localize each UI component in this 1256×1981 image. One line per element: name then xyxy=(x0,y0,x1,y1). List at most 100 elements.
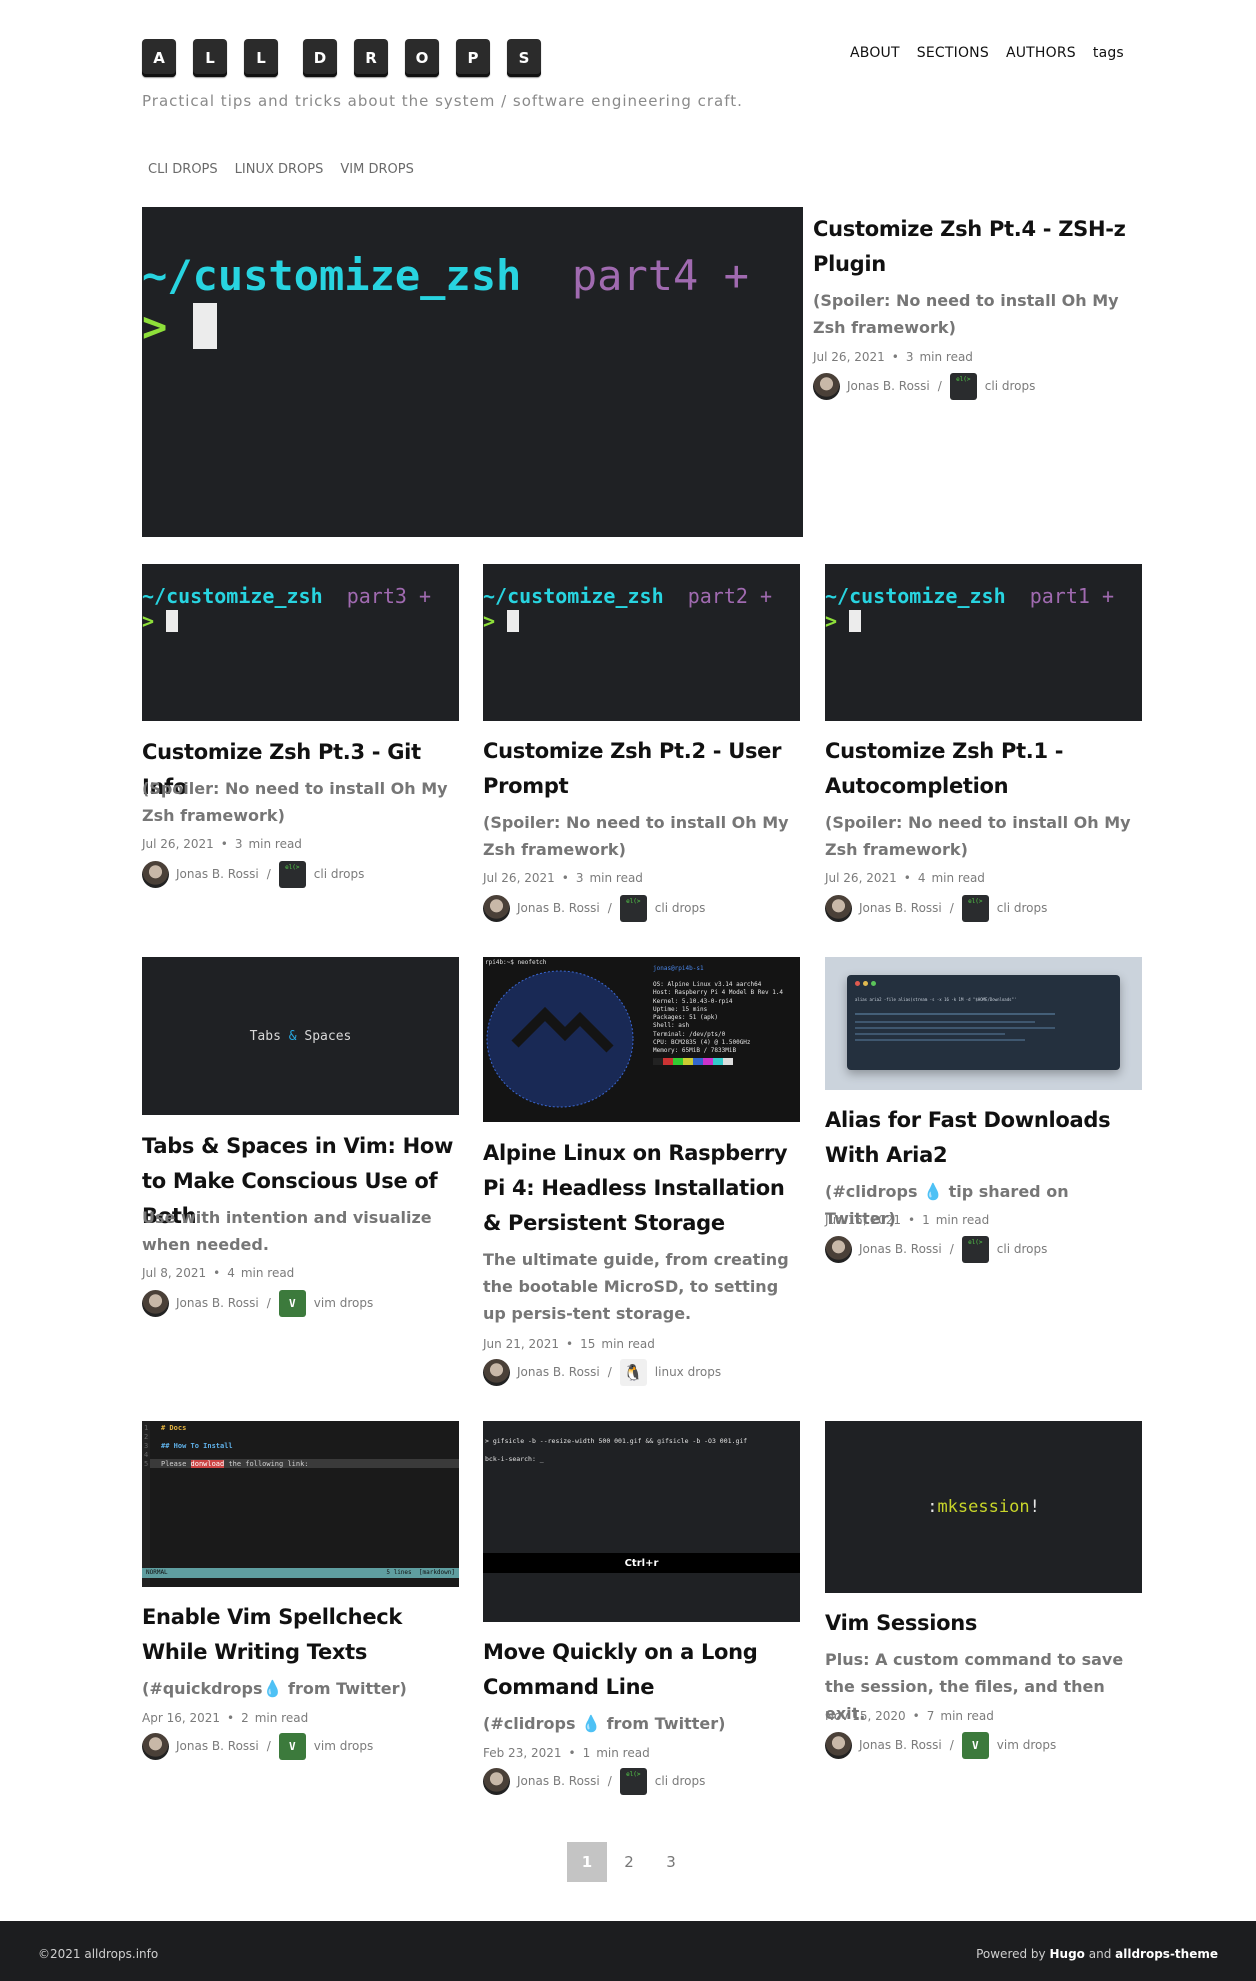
post-title[interactable]: Vim Sessions xyxy=(825,1606,1142,1641)
page-1[interactable]: 1 xyxy=(567,1842,607,1882)
page-3[interactable]: 3 xyxy=(651,1842,691,1882)
post-meta: Jul 26, 2021 • 3 min read xyxy=(483,871,643,885)
post-meta: Jun 21, 2021 • 15 min read xyxy=(483,1337,655,1351)
avatar[interactable] xyxy=(142,1289,169,1317)
terminal-icon: el(> xyxy=(619,894,647,922)
post-meta: Jun 15, 2021 • 1 min read xyxy=(825,1213,990,1227)
terminal-prompt: ~/customize_zsh part4 + xyxy=(142,251,749,300)
post-thumbnail[interactable]: rpi4b:~$ neofetch jonas@rpi4b-s1 OS: Alp… xyxy=(483,957,800,1122)
author-name[interactable]: Jonas B. Rossi xyxy=(859,901,942,915)
avatar[interactable] xyxy=(825,1235,852,1263)
post-byline: Jonas B. Rossi / Vvim drops xyxy=(825,1731,1056,1759)
featured-post-meta: Jul 26, 2021 • 3 min read xyxy=(813,350,973,364)
alias-line: alias aria2 -file alias(stream -s -x 16 … xyxy=(855,997,1017,1002)
post-subtitle: (Spoiler: No need to install Oh My Zsh f… xyxy=(825,813,1131,859)
avatar[interactable] xyxy=(483,1358,510,1386)
subnav-cli-drops[interactable]: CLI DROPS xyxy=(148,162,218,177)
section-link[interactable]: cli drops xyxy=(997,1242,1048,1256)
avatar[interactable] xyxy=(142,1732,169,1760)
avatar[interactable] xyxy=(825,1731,852,1759)
post-subtitle: The ultimate guide, from creating the bo… xyxy=(483,1250,789,1323)
post-subtitle: (Spoiler: No need to install Oh My Zsh f… xyxy=(483,813,789,859)
post-title[interactable]: Alias for Fast Downloads With Aria2 xyxy=(825,1103,1142,1173)
site-footer: ©2021 alldrops.info Powered by Hugo and … xyxy=(0,1921,1256,1981)
post-title[interactable]: Alpine Linux on Raspberry Pi 4: Headless… xyxy=(483,1136,808,1241)
color-palette xyxy=(653,1058,733,1065)
post-thumbnail[interactable]: ~/customize_zsh part3 + > xyxy=(142,564,459,721)
terminal-prompt: ~/customize_zsh part3 + xyxy=(142,584,432,608)
featured-post-subtitle: (Spoiler: No need to install Oh My Zsh f… xyxy=(813,291,1119,337)
nav-authors[interactable]: AUTHORS xyxy=(1006,45,1076,61)
author-name[interactable]: Jonas B. Rossi xyxy=(517,1774,600,1788)
post-title[interactable]: Customize Zsh Pt.1 - Autocompletion xyxy=(825,734,1142,804)
section-link[interactable]: cli drops xyxy=(314,867,365,881)
droplet-icon: 💧 xyxy=(923,1182,943,1201)
post-byline: Jonas B. Rossi / el(> cli drops xyxy=(142,860,364,888)
post-thumbnail[interactable]: alias aria2 -file alias(stream -s -x 16 … xyxy=(825,957,1142,1090)
avatar[interactable] xyxy=(825,894,852,922)
post-byline: Jonas B. Rossi / 🐧 linux drops xyxy=(483,1358,721,1386)
neofetch-host: jonas@rpi4b-s1 xyxy=(653,965,704,972)
site-logo[interactable]: A L L D R O P S xyxy=(142,39,558,77)
section-link[interactable]: cli drops xyxy=(655,1774,706,1788)
post-thumbnail[interactable]: :mksession! xyxy=(825,1421,1142,1593)
subnav-vim-drops[interactable]: VIM DROPS xyxy=(340,162,413,177)
vim-icon: V xyxy=(278,1732,306,1760)
vim-icon: V xyxy=(961,1731,989,1759)
main-nav: ABOUT SECTIONS AUTHORS tags xyxy=(850,45,1141,61)
terminal-command: rpi4b:~$ neofetch xyxy=(485,959,547,966)
section-nav: CLI DROPS LINUX DROPS VIM DROPS xyxy=(148,162,431,177)
post-subtitle: (#clidrops 💧 from Twitter) xyxy=(483,1714,726,1733)
author-name[interactable]: Jonas B. Rossi xyxy=(176,1739,259,1753)
post-title[interactable]: Enable Vim Spellcheck While Writing Text… xyxy=(142,1600,459,1670)
post-title[interactable]: Customize Zsh Pt.2 - User Prompt xyxy=(483,734,800,804)
section-link[interactable]: vim drops xyxy=(314,1296,373,1310)
avatar[interactable] xyxy=(813,372,840,400)
section-link[interactable]: vim drops xyxy=(314,1739,373,1753)
vim-icon: V xyxy=(278,1289,306,1317)
terminal-input: > xyxy=(142,609,179,633)
terminal-prompt: ~/customize_zsh part1 + xyxy=(825,584,1115,608)
post-byline: Jonas B. Rossi / el(> cli drops xyxy=(483,1767,705,1795)
avatar[interactable] xyxy=(483,1767,510,1795)
nav-tags[interactable]: tags xyxy=(1093,45,1124,61)
neofetch-info: OS: Alpine Linux v3.14 aarch64 Host: Rasp… xyxy=(653,981,784,1055)
page-2[interactable]: 2 xyxy=(609,1842,649,1882)
post-thumbnail[interactable]: 1 2 3 4 5 # Docs ## How To Install Pleas… xyxy=(142,1421,459,1587)
featured-post-title[interactable]: Customize Zsh Pt.4 - ZSH-z Plugin xyxy=(813,212,1143,282)
section-link[interactable]: cli drops xyxy=(655,901,706,915)
avatar[interactable] xyxy=(142,860,169,888)
window-controls xyxy=(855,981,876,986)
vim-heading-2: ## How To Install xyxy=(161,1442,233,1450)
logo-key: D xyxy=(303,39,337,77)
post-thumbnail[interactable]: ~/customize_zsh part1 + > xyxy=(825,564,1142,721)
hugo-link[interactable]: Hugo xyxy=(1049,1947,1084,1961)
line-numbers: 1 2 3 4 5 xyxy=(144,1424,149,1468)
author-name[interactable]: Jonas B. Rossi xyxy=(517,901,600,915)
post-thumbnail[interactable]: > gifsicle -b --resize-width 500 001.gif… xyxy=(483,1421,800,1622)
author-name[interactable]: Jonas B. Rossi xyxy=(859,1242,942,1256)
nav-about[interactable]: ABOUT xyxy=(850,45,900,61)
section-link[interactable]: linux drops xyxy=(655,1365,721,1379)
post-thumbnail[interactable]: Tabs & Spaces xyxy=(142,957,459,1115)
author-name[interactable]: Jonas B. Rossi xyxy=(176,1296,259,1310)
post-meta: Nov 15, 2020 • 7 min read xyxy=(825,1709,994,1723)
featured-post-thumbnail[interactable]: ~/customize_zsh part4 + > xyxy=(142,207,803,537)
author-name[interactable]: Jonas B. Rossi xyxy=(517,1365,600,1379)
section-link[interactable]: cli drops xyxy=(997,901,1048,915)
copyright: ©2021 alldrops.info xyxy=(38,1947,159,1961)
theme-link[interactable]: alldrops-theme xyxy=(1115,1947,1218,1961)
featured-post-byline: Jonas B. Rossi / el(> cli drops xyxy=(813,372,1035,400)
author-name[interactable]: Jonas B. Rossi xyxy=(176,867,259,881)
author-name[interactable]: Jonas B. Rossi xyxy=(847,379,930,393)
section-link[interactable]: cli drops xyxy=(985,379,1036,393)
subnav-linux-drops[interactable]: LINUX DROPS xyxy=(235,162,324,177)
post-thumbnail[interactable]: ~/customize_zsh part2 + > xyxy=(483,564,800,721)
author-name[interactable]: Jonas B. Rossi xyxy=(859,1738,942,1752)
section-link[interactable]: vim drops xyxy=(997,1738,1056,1752)
nav-sections[interactable]: SECTIONS xyxy=(917,45,989,61)
vim-text-line: Please donwload the following link: xyxy=(161,1460,309,1468)
post-title[interactable]: Move Quickly on a Long Command Line xyxy=(483,1635,800,1705)
terminal-command: > gifsicle -b --resize-width 500 001.gif… xyxy=(485,1437,748,1445)
avatar[interactable] xyxy=(483,894,510,922)
